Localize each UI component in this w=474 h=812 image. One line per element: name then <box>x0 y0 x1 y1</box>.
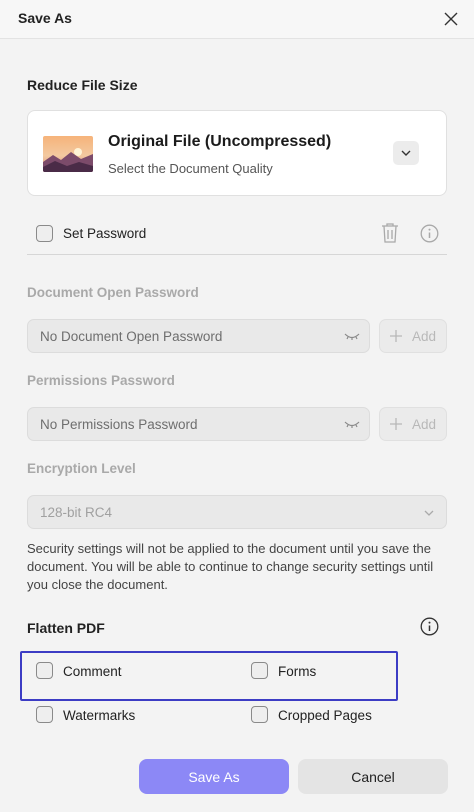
permissions-password-input[interactable]: No Permissions Password <box>27 407 370 441</box>
encryption-level-select[interactable]: 128-bit RC4 <box>27 495 447 529</box>
flatten-forms-label: Forms <box>278 664 317 679</box>
open-password-placeholder: No Document Open Password <box>40 329 223 344</box>
add-label: Add <box>411 328 437 344</box>
permissions-password-add-button[interactable]: Add <box>379 407 447 441</box>
info-icon <box>420 224 439 243</box>
close-button[interactable] <box>438 6 464 32</box>
password-info-button[interactable] <box>420 224 439 248</box>
set-password-checkbox[interactable] <box>36 225 53 242</box>
trash-icon <box>382 223 398 243</box>
dialog-title: Save As <box>18 10 72 26</box>
chevron-down-icon <box>424 510 434 516</box>
add-label: Add <box>411 416 437 432</box>
cancel-button[interactable]: Cancel <box>298 759 448 794</box>
encryption-level-value: 128-bit RC4 <box>40 505 113 520</box>
flatten-info-button[interactable] <box>420 617 439 641</box>
eye-closed-icon <box>344 333 360 340</box>
flatten-cropped-pages-label: Cropped Pages <box>278 708 372 723</box>
save-as-button[interactable]: Save As <box>139 759 289 794</box>
plus-icon <box>389 418 402 430</box>
flatten-watermarks-checkbox[interactable] <box>36 706 53 723</box>
eye-closed-icon <box>344 421 360 428</box>
info-icon <box>420 617 439 636</box>
plus-icon <box>389 330 402 342</box>
security-note: Security settings will not be applied to… <box>27 541 434 592</box>
close-icon <box>444 12 458 26</box>
chevron-down-icon <box>401 150 411 156</box>
quality-option-title: Original File (Uncompressed) <box>108 133 332 150</box>
quality-selector[interactable]: Original File (Uncompressed) Select the … <box>27 110 447 196</box>
divider <box>27 254 447 255</box>
file-thumbnail <box>43 136 93 172</box>
flatten-pdf-heading: Flatten PDF <box>27 620 105 636</box>
reduce-size-heading: Reduce File Size <box>27 77 138 93</box>
open-password-heading: Document Open Password <box>27 285 199 300</box>
flatten-forms-checkbox[interactable] <box>251 662 268 679</box>
open-password-add-button[interactable]: Add <box>379 319 447 353</box>
encryption-level-heading: Encryption Level <box>27 461 136 476</box>
flatten-watermarks-label: Watermarks <box>63 708 136 723</box>
quality-dropdown-button[interactable] <box>393 141 419 165</box>
quality-option-subtitle: Select the Document Quality <box>108 161 273 176</box>
flatten-cropped-pages-checkbox[interactable] <box>251 706 268 723</box>
permissions-password-placeholder: No Permissions Password <box>40 417 198 432</box>
flatten-comment-label: Comment <box>63 664 122 679</box>
set-password-label: Set Password <box>63 226 147 241</box>
permissions-password-heading: Permissions Password <box>27 373 175 388</box>
open-password-input[interactable]: No Document Open Password <box>27 319 370 353</box>
flatten-comment-checkbox[interactable] <box>36 662 53 679</box>
delete-button[interactable] <box>380 222 400 249</box>
